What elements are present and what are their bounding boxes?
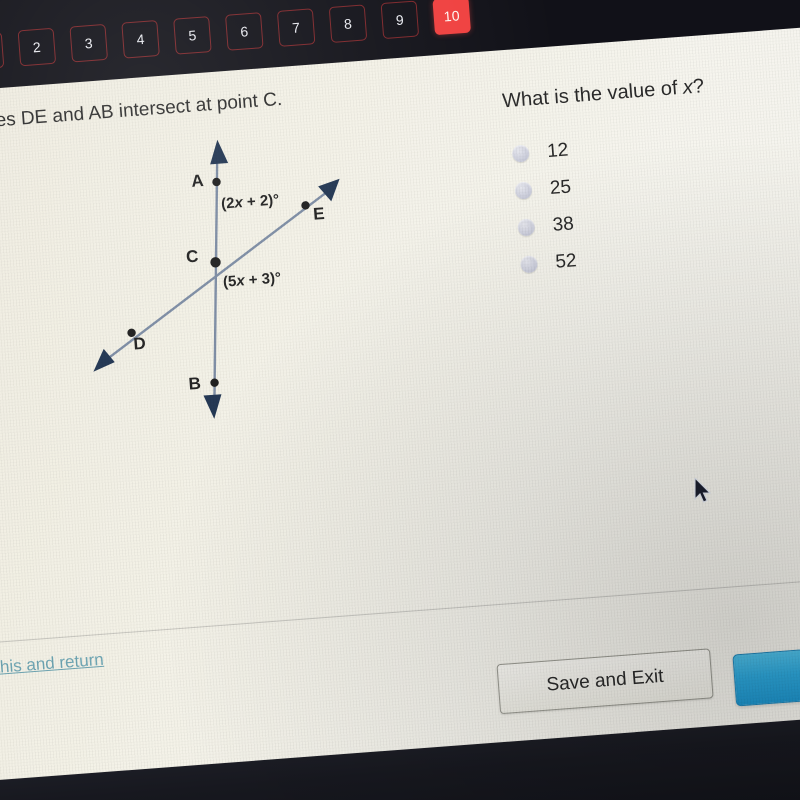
geometry-diagram: A B C D E (2x + 2)° (5x + 3)°: [64, 121, 405, 434]
radio-button-icon[interactable]: [514, 181, 533, 200]
screen-content: 1 2 3 4 5 6 7 8 9 10 Lines DE and AB int…: [0, 0, 800, 800]
arrowhead-b-end: [203, 394, 222, 419]
answer-choice-label: 25: [549, 175, 572, 199]
footer-divider: [0, 574, 800, 644]
question-button-10[interactable]: 10: [432, 0, 472, 36]
save-and-exit-button[interactable]: Save and Exit: [496, 648, 714, 715]
radio-button-icon[interactable]: [517, 218, 536, 237]
point-label-c: C: [185, 246, 200, 267]
answer-choice-3[interactable]: 38: [516, 205, 575, 246]
arrowhead-a-end: [210, 139, 229, 165]
save-and-return-link[interactable]: this and return: [0, 650, 104, 678]
answer-choice-label: 38: [551, 212, 575, 236]
arrowhead-d-end: [93, 348, 115, 372]
question-button-8[interactable]: 8: [328, 4, 368, 43]
question-prompt: What is the value of x?: [501, 75, 704, 113]
answer-choice-1[interactable]: 12: [511, 132, 570, 173]
next-button[interactable]: Next: [732, 638, 800, 707]
prompt-suffix: ?: [692, 75, 705, 98]
question-button-6[interactable]: 6: [225, 12, 264, 51]
answer-choice-list: 12 25 38 52: [511, 132, 578, 284]
point-label-a: A: [190, 170, 205, 191]
arrowhead-e-end: [318, 178, 340, 202]
answer-choice-4[interactable]: 52: [519, 242, 578, 283]
question-button-4[interactable]: 4: [121, 19, 160, 59]
radio-button-icon[interactable]: [519, 255, 539, 274]
point-c-dot: [210, 257, 221, 268]
question-button-9[interactable]: 9: [380, 0, 420, 40]
question-button-7[interactable]: 7: [276, 8, 316, 47]
angle-lower-suffix: + 3)°: [244, 269, 282, 290]
answer-choice-2[interactable]: 25: [514, 168, 573, 209]
angle-upper-suffix: + 2)°: [242, 191, 280, 212]
question-button-3[interactable]: 3: [69, 23, 109, 63]
answer-choice-label: 52: [554, 249, 578, 273]
question-button-2[interactable]: 2: [17, 27, 57, 67]
question-button-5[interactable]: 5: [173, 16, 212, 55]
point-label-e: E: [312, 204, 326, 224]
question-page: Lines DE and AB intersect at point C. A …: [0, 23, 800, 781]
point-label-b: B: [187, 373, 202, 394]
point-b-dot: [210, 378, 219, 387]
radio-button-icon[interactable]: [511, 144, 530, 163]
screenshot-root: 1 2 3 4 5 6 7 8 9 10 Lines DE and AB int…: [0, 0, 800, 800]
point-a-dot: [212, 177, 221, 187]
answer-choice-label: 12: [546, 139, 569, 162]
point-label-d: D: [132, 333, 147, 354]
question-button-1[interactable]: 1: [0, 31, 5, 71]
point-e-dot: [301, 201, 310, 210]
prompt-prefix: What is the value of: [501, 76, 684, 113]
question-stem: Lines DE and AB intersect at point C.: [0, 88, 283, 134]
